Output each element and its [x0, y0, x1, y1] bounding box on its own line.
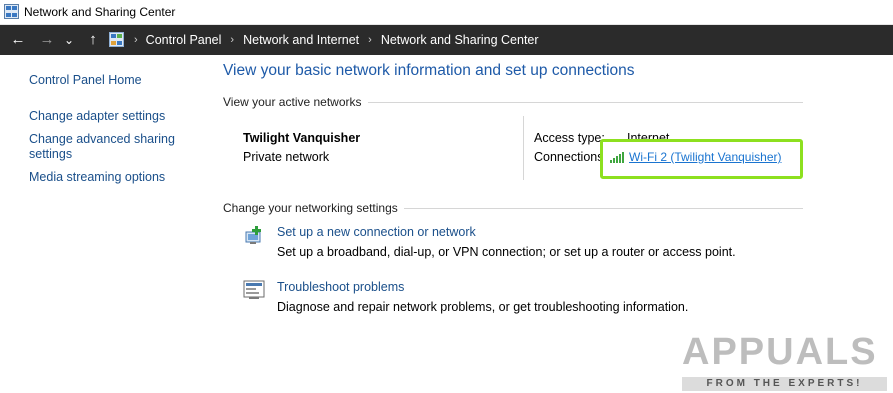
breadcrumb-separator: ›	[230, 34, 235, 46]
change-settings-heading: Change your networking settings	[223, 201, 404, 215]
address-bar: ← → ⌄ ↑ › Control Panel › Network and In…	[0, 25, 893, 55]
breadcrumb-network-internet[interactable]: Network and Internet	[243, 33, 359, 47]
wifi-connection-link[interactable]: Wi-Fi 2 (Twilight Vanquisher)	[629, 150, 781, 164]
up-button[interactable]: ↑	[84, 31, 102, 49]
appuals-watermark: APPUALS FROM THE EXPERTS!	[682, 325, 887, 393]
sidebar-item-control-panel-home[interactable]: Control Panel Home	[29, 73, 142, 88]
sidebar-item-change-advanced-sharing[interactable]: Change advanced sharing	[29, 132, 175, 147]
network-name: Twilight Vanquisher	[243, 131, 361, 145]
wifi-signal-icon	[610, 152, 624, 163]
setup-connection-description: Set up a broadband, dial-up, or VPN conn…	[277, 245, 736, 259]
back-button[interactable]: ←	[9, 31, 27, 49]
watermark-subtitle: FROM THE EXPERTS!	[706, 378, 863, 389]
network-setup-icon	[245, 226, 261, 244]
connections-label: Connections:	[534, 150, 607, 164]
setup-connection-link[interactable]: Set up a new connection or network	[277, 225, 476, 239]
breadcrumb-separator: ›	[134, 34, 138, 46]
page-title: View your basic network information and …	[223, 62, 635, 79]
network-divider	[523, 116, 524, 180]
breadcrumb: › Control Panel › Network and Internet ›…	[134, 25, 539, 55]
network-category[interactable]: Private network	[243, 150, 329, 164]
window-title: Network and Sharing Center	[24, 5, 176, 19]
troubleshoot-link[interactable]: Troubleshoot problems	[277, 280, 404, 294]
breadcrumb-separator: ›	[368, 34, 372, 46]
sidebar-item-change-adapter-settings[interactable]: Change adapter settings	[29, 109, 165, 124]
control-panel-icon	[109, 32, 124, 47]
sidebar-item-change-advanced-sharing-cont[interactable]: settings	[29, 147, 72, 162]
access-type-label: Access type:	[534, 131, 605, 145]
recent-locations-button[interactable]: ⌄	[63, 31, 75, 49]
window-titlebar: Network and Sharing Center	[0, 0, 893, 25]
active-networks-heading: View your active networks	[223, 95, 368, 109]
troubleshoot-icon	[243, 280, 265, 299]
breadcrumb-network-sharing-center[interactable]: Network and Sharing Center	[381, 33, 539, 47]
watermark-logo-text: APPUALS	[682, 331, 878, 373]
sidebar-item-media-streaming[interactable]: Media streaming options	[29, 170, 165, 185]
network-center-icon	[4, 4, 19, 19]
breadcrumb-control-panel[interactable]: Control Panel	[146, 33, 222, 47]
troubleshoot-description: Diagnose and repair network problems, or…	[277, 300, 689, 314]
forward-button[interactable]: →	[38, 31, 56, 49]
